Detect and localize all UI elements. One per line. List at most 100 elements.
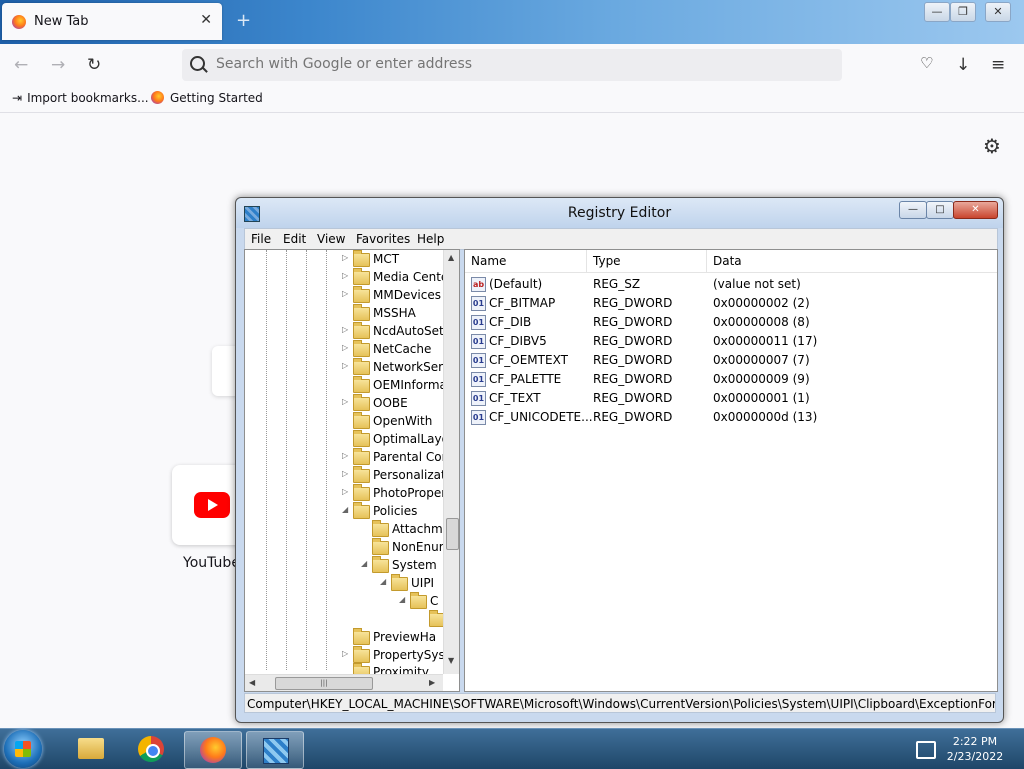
close-button[interactable]: ✕ xyxy=(953,201,998,219)
expand-icon[interactable]: ▷ xyxy=(342,487,352,496)
tree-horizontal-scrollbar[interactable]: ◀ ||| ▶ xyxy=(245,674,443,691)
taskbar: 2:22 PM 2/23/2022 xyxy=(0,728,1024,769)
firefox-icon xyxy=(151,91,164,104)
value-row[interactable]: 01 CF_DIB REG_DWORD 0x00000008 (8) xyxy=(465,313,997,332)
value-row[interactable]: ab (Default) REG_SZ (value not set) xyxy=(465,275,997,294)
app-menu-button[interactable]: ≡ xyxy=(991,55,1005,75)
expand-icon[interactable]: ▷ xyxy=(342,289,352,298)
menu-file[interactable]: File xyxy=(251,232,271,246)
tree-vertical-scrollbar[interactable]: ▲ ▼ xyxy=(443,250,459,674)
collapse-icon[interactable]: ◢ xyxy=(361,559,371,568)
expand-icon[interactable]: ▷ xyxy=(342,343,352,352)
expand-icon[interactable]: ▷ xyxy=(342,253,352,262)
forward-button[interactable]: → xyxy=(51,55,65,75)
folder-icon xyxy=(353,502,370,519)
folder-icon xyxy=(353,466,370,483)
value-row[interactable]: 01 CF_BITMAP REG_DWORD 0x00000002 (2) xyxy=(465,294,997,313)
navigation-toolbar: ← → ↻ ♡ ↓ ≡ xyxy=(0,44,1024,86)
firefox-icon xyxy=(12,15,26,29)
column-header-name[interactable]: Name xyxy=(465,250,587,272)
network-icon[interactable] xyxy=(916,741,936,759)
taskbar-explorer[interactable] xyxy=(62,731,118,767)
value-type: REG_DWORD xyxy=(593,391,673,405)
tab-new-tab[interactable]: New Tab ✕ xyxy=(2,3,222,40)
value-data: 0x00000008 (8) xyxy=(713,315,810,329)
taskbar-firefox[interactable] xyxy=(184,731,242,769)
value-name: CF_OEMTEXT xyxy=(489,353,568,367)
value-row[interactable]: 01 CF_UNICODETE... REG_DWORD 0x0000000d … xyxy=(465,408,997,427)
scroll-thumb[interactable] xyxy=(446,518,459,550)
menu-favorites[interactable]: Favorites xyxy=(356,232,410,246)
registry-editor-titlebar[interactable]: Registry Editor — □ ✕ xyxy=(236,198,1003,228)
scroll-down-icon[interactable]: ▼ xyxy=(448,656,454,665)
expand-icon[interactable]: ▷ xyxy=(342,361,352,370)
registry-key-tree[interactable]: ▷ MCT ▷ Media Cente ▷ MMDevices MSSHA ▷ NcdA… xyxy=(244,249,460,692)
new-tab-button[interactable]: + xyxy=(236,10,251,31)
bookmark-import[interactable]: ⇥ Import bookmarks... xyxy=(12,91,149,105)
column-header-data[interactable]: Data xyxy=(707,250,997,272)
url-input[interactable] xyxy=(214,55,818,73)
taskbar-regedit[interactable] xyxy=(246,731,304,769)
tree-node-label: Personalizati xyxy=(373,468,450,482)
registry-values-list[interactable]: Name Type Data ab (Default) REG_SZ (valu… xyxy=(464,249,998,692)
scroll-right-icon[interactable]: ▶ xyxy=(429,678,435,687)
value-row[interactable]: 01 CF_OEMTEXT REG_DWORD 0x00000007 (7) xyxy=(465,351,997,370)
dword-value-icon: 01 xyxy=(471,353,486,368)
column-header-type[interactable]: Type xyxy=(587,250,707,272)
bookmark-label: Getting Started xyxy=(170,91,263,105)
reload-button[interactable]: ↻ xyxy=(87,55,101,75)
start-button[interactable] xyxy=(4,730,42,768)
tree-node-label: Policies xyxy=(373,504,418,518)
folder-icon xyxy=(353,484,370,501)
folder-icon xyxy=(410,592,427,609)
folder-icon xyxy=(353,304,370,321)
collapse-icon[interactable]: ◢ xyxy=(399,595,409,604)
expand-icon[interactable]: ▷ xyxy=(342,325,352,334)
collapse-icon[interactable]: ◢ xyxy=(342,505,352,514)
tab-title: New Tab xyxy=(34,14,89,29)
url-bar[interactable] xyxy=(182,49,842,81)
menu-help[interactable]: Help xyxy=(417,232,444,246)
tab-close-icon[interactable]: ✕ xyxy=(200,12,212,28)
value-row[interactable]: 01 CF_TEXT REG_DWORD 0x00000001 (1) xyxy=(465,389,997,408)
bookmark-getting-started[interactable]: Getting Started xyxy=(151,91,263,105)
scroll-left-icon[interactable]: ◀ xyxy=(249,678,255,687)
value-row[interactable]: 01 CF_PALETTE REG_DWORD 0x00000009 (9) xyxy=(465,370,997,389)
tree-node-label: NetCache xyxy=(373,342,432,356)
menu-view[interactable]: View xyxy=(317,232,345,246)
system-clock[interactable]: 2:22 PM 2/23/2022 xyxy=(944,734,1006,764)
string-value-icon: ab xyxy=(471,277,486,292)
scroll-thumb[interactable]: ||| xyxy=(275,677,373,690)
expand-icon[interactable]: ▷ xyxy=(342,649,352,658)
taskbar-chrome[interactable] xyxy=(123,731,179,767)
browser-minimize-button[interactable]: — xyxy=(924,2,950,22)
tree-node-label: PreviewHa xyxy=(373,630,437,644)
expand-icon[interactable]: ▷ xyxy=(342,469,352,478)
tree-node-label: System xyxy=(392,558,437,572)
gear-icon[interactable]: ⚙ xyxy=(983,134,1001,158)
tree-node-label: MMDevices xyxy=(373,288,441,302)
browser-restore-button[interactable]: ❐ xyxy=(950,2,976,22)
browser-close-button[interactable]: ✕ xyxy=(985,2,1011,22)
registry-editor-window: Registry Editor — □ ✕ File Edit View Fav… xyxy=(235,197,1004,723)
back-button[interactable]: ← xyxy=(14,55,28,75)
maximize-button[interactable]: □ xyxy=(926,201,954,219)
scroll-up-icon[interactable]: ▲ xyxy=(448,253,454,262)
chrome-icon xyxy=(138,736,164,762)
dword-value-icon: 01 xyxy=(471,391,486,406)
explorer-icon xyxy=(78,738,104,759)
expand-icon[interactable]: ▷ xyxy=(342,451,352,460)
expand-icon[interactable]: ▷ xyxy=(342,271,352,280)
menu-edit[interactable]: Edit xyxy=(283,232,306,246)
tree-node-label: Parental Cor xyxy=(373,450,447,464)
downloads-button[interactable]: ↓ xyxy=(956,55,970,75)
expand-icon[interactable]: ▷ xyxy=(342,397,352,406)
dword-value-icon: 01 xyxy=(471,334,486,349)
tree-node-label: NetworkServ xyxy=(373,360,451,374)
folder-icon xyxy=(353,394,370,411)
value-type: REG_DWORD xyxy=(593,353,673,367)
minimize-button[interactable]: — xyxy=(899,201,927,219)
collapse-icon[interactable]: ◢ xyxy=(380,577,390,586)
pocket-icon[interactable]: ♡ xyxy=(920,54,933,72)
value-row[interactable]: 01 CF_DIBV5 REG_DWORD 0x00000011 (17) xyxy=(465,332,997,351)
